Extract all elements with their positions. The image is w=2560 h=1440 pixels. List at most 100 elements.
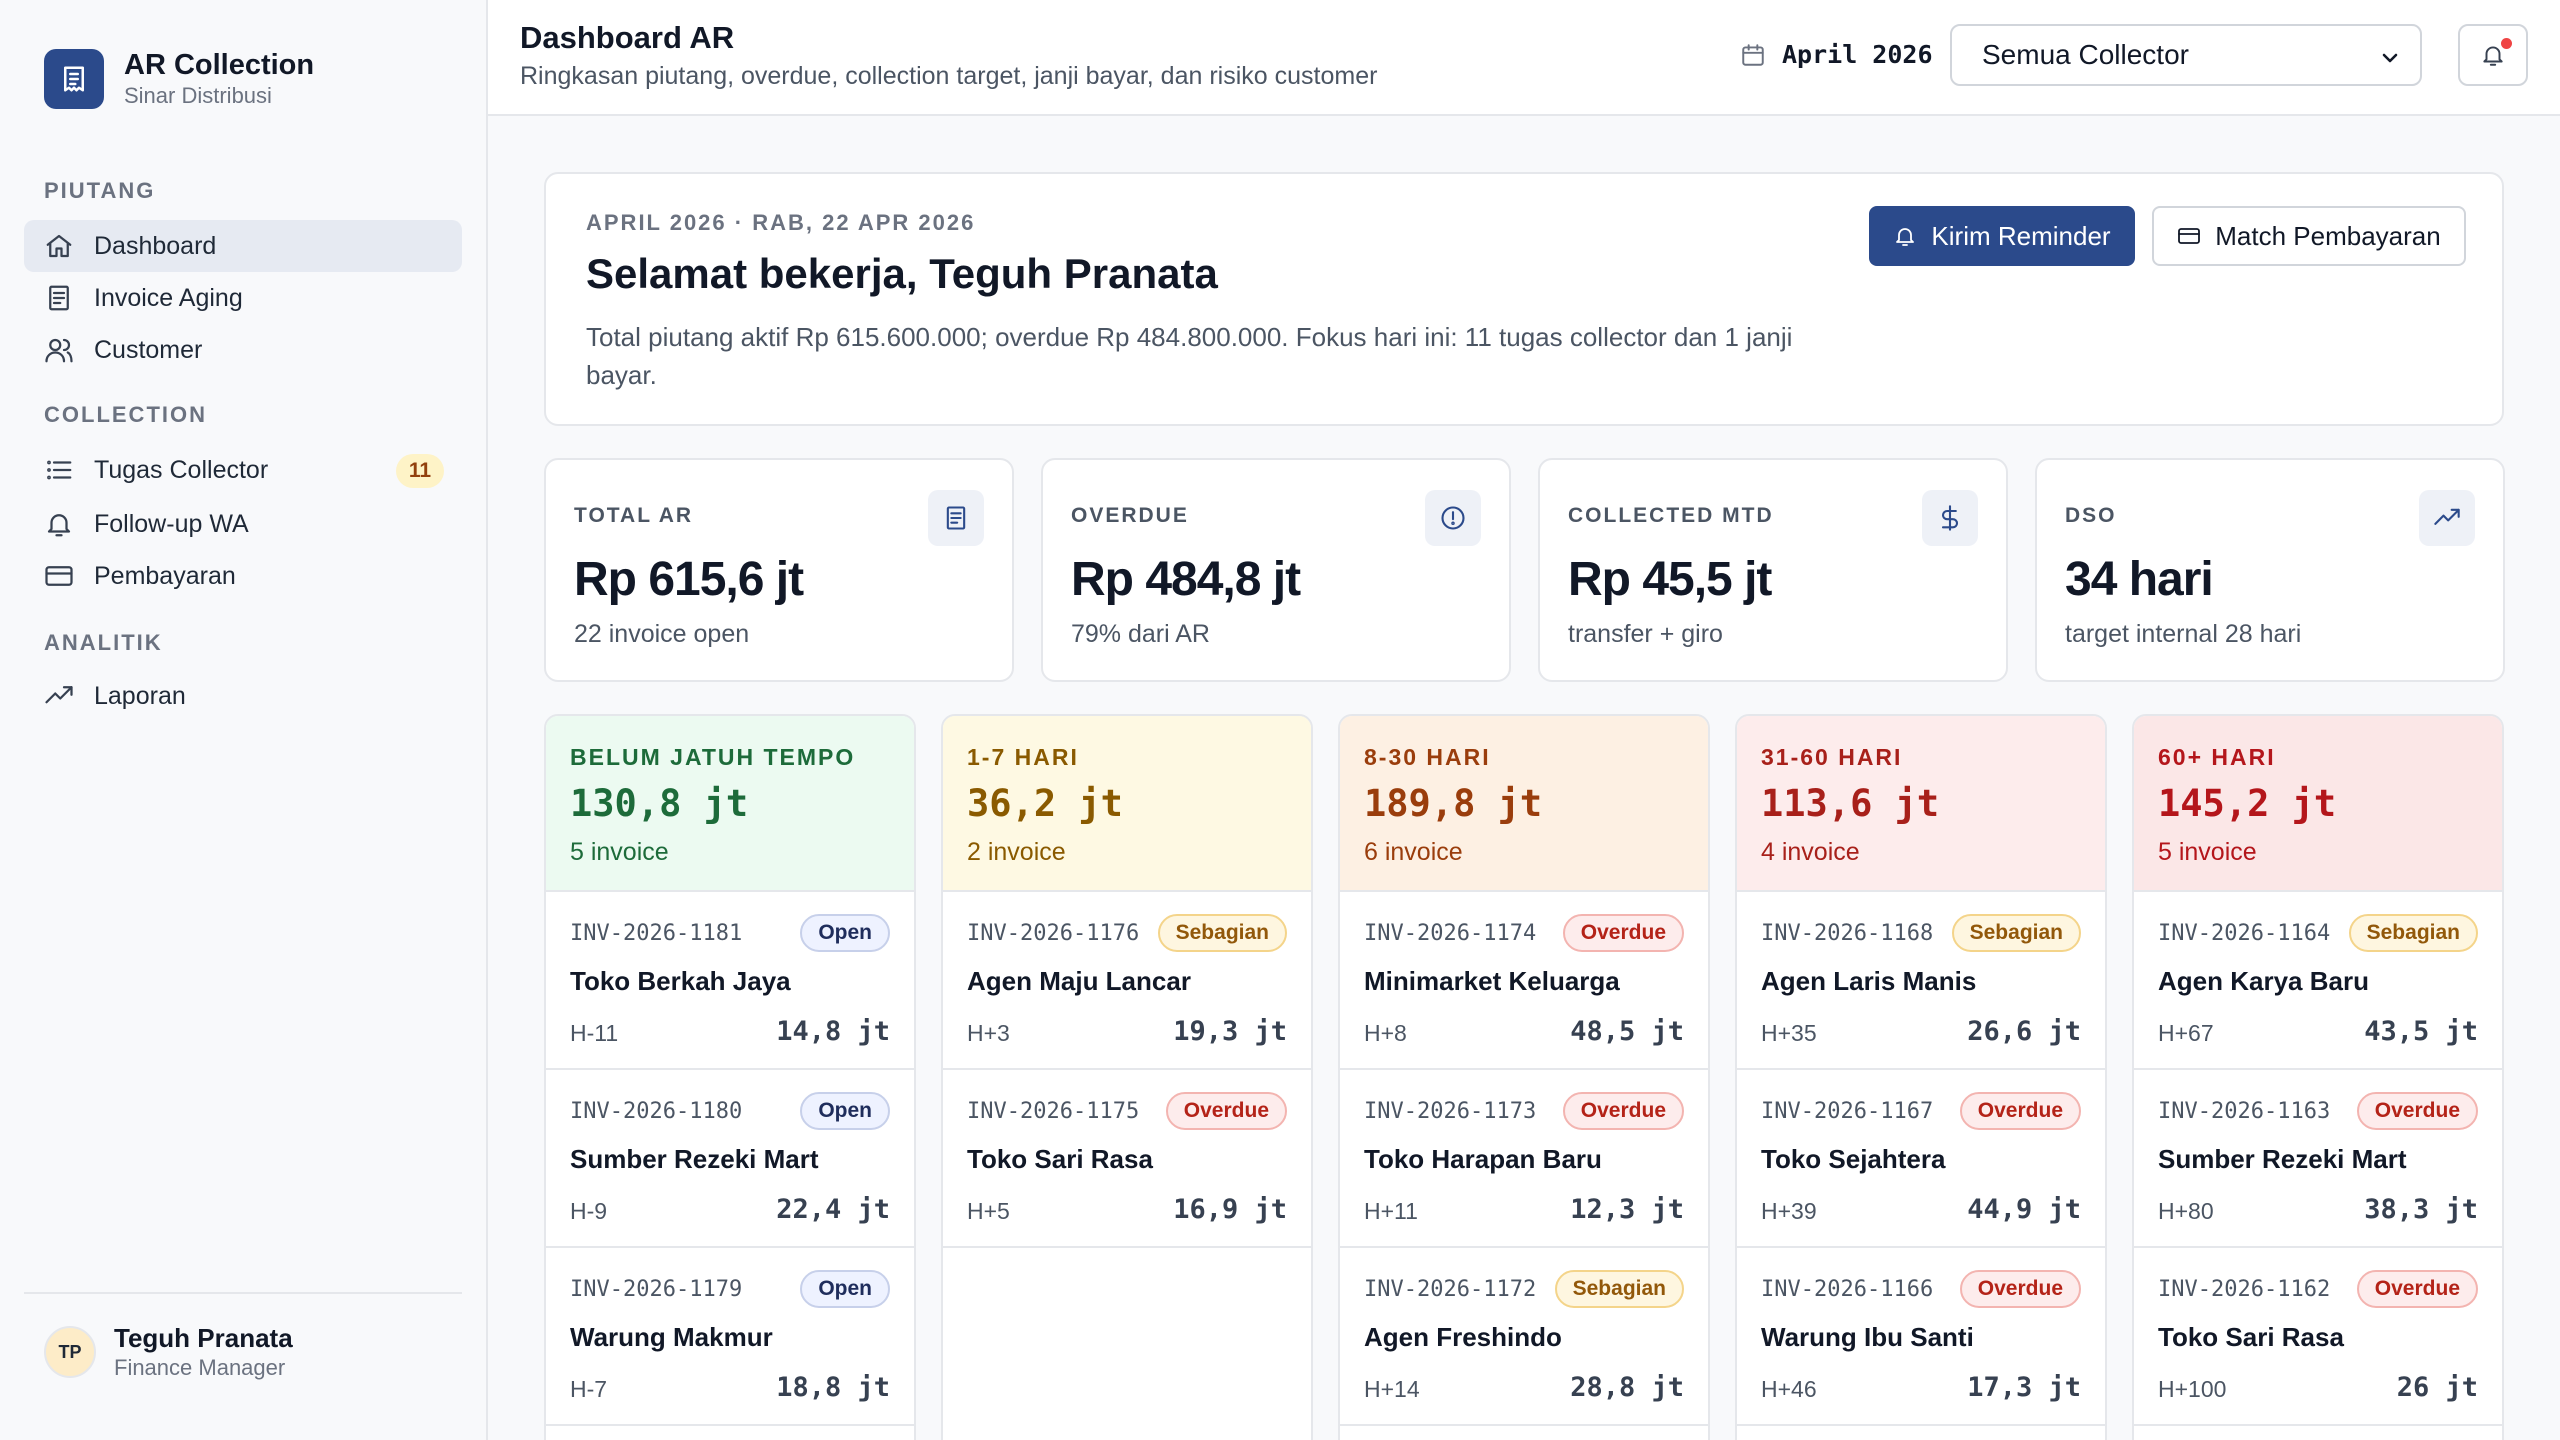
invoice-card[interactable]: INV-2026-1168 Sebagian Agen Laris Manis … (1737, 892, 2105, 1070)
due-offset: H+3 (967, 1020, 1010, 1046)
invoice-number: INV-2026-1173 (1364, 1099, 1537, 1124)
sidebar-item-label: Laporan (94, 681, 186, 710)
sidebar-item-label: Tugas Collector (94, 455, 269, 484)
invoice-card[interactable]: INV-2026-1180 Open Sumber Rezeki Mart H-… (546, 1070, 914, 1248)
aging-column-header[interactable]: 8-30 HARI 189,8 jt 6 invoice (1340, 716, 1708, 892)
aging-column-header[interactable]: 60+ HARI 145,2 jt 5 invoice (2134, 716, 2502, 892)
due-offset: H-11 (570, 1020, 619, 1046)
sidebar-item-invoice-aging[interactable]: Invoice Aging (24, 272, 462, 324)
collector-select[interactable]: Semua Collector (1950, 24, 2422, 86)
customer-name: Warung Ibu Santi (1761, 1322, 1974, 1352)
top-header: Dashboard AR Ringkasan piutang, overdue,… (488, 0, 2560, 116)
invoice-card[interactable]: INV-2026-1164 Sebagian Agen Karya Baru H… (2134, 892, 2502, 1070)
invoice-card[interactable]: INV-2026-1179 Open Warung Makmur H-7 18,… (546, 1248, 914, 1426)
user-role: Finance Manager (114, 1355, 286, 1380)
aging-column-header[interactable]: 31-60 HARI 113,6 jt 4 invoice (1737, 716, 2105, 892)
sidebar-item-tugas-collector[interactable]: Tugas Collector 11 (24, 444, 462, 496)
invoice-number: INV-2026-1162 (2158, 1277, 2331, 1302)
status-badge: Open (800, 914, 890, 952)
sidebar-item-pembayaran[interactable]: Pembayaran (24, 550, 462, 602)
invoice-card[interactable]: INV-2026-1174 Overdue Minimarket Keluarg… (1340, 892, 1708, 1070)
invoice-amount: 18,8 jt (776, 1372, 890, 1403)
kpi-label: OVERDUE (1071, 504, 1189, 527)
receipt-icon (49, 285, 69, 311)
invoice-amount: 38,3 jt (2364, 1194, 2478, 1225)
kpi-value: Rp 484,8 jt (1071, 553, 1301, 606)
notification-button[interactable] (2458, 24, 2528, 86)
notification-dot (2501, 38, 2512, 49)
match-payment-label: Match Pembayaran (2215, 220, 2441, 251)
aging-column-header[interactable]: 1-7 HARI 36,2 jt 2 invoice (943, 716, 1311, 892)
period-picker[interactable]: April 2026 (1740, 40, 1933, 69)
status-badge: Open (800, 1092, 890, 1130)
due-offset: H+46 (1761, 1376, 1817, 1402)
invoice-card[interactable]: INV-2026-1173 Overdue Toko Harapan Baru … (1340, 1070, 1708, 1248)
bell-icon (1896, 228, 1915, 246)
invoice-card[interactable]: INV-2026-1163 Overdue Sumber Rezeki Mart… (2134, 1070, 2502, 1248)
kpi-sub: transfer + giro (1568, 620, 1723, 648)
send-reminder-button[interactable]: Kirim Reminder (1869, 206, 2135, 266)
due-offset: H-7 (570, 1376, 608, 1402)
brand[interactable]: AR Collection Sinar Distribusi (44, 48, 314, 110)
bucket-amount: 145,2 jt (2158, 782, 2337, 825)
status-badge: Overdue (2356, 1270, 2478, 1308)
customer-name: Warung Makmur (570, 1322, 773, 1352)
invoice-card[interactable]: INV-2026-1166 Overdue Warung Ibu Santi H… (1737, 1248, 2105, 1426)
alert-circle-icon (1425, 490, 1481, 546)
sidebar-item-dashboard[interactable]: Dashboard (24, 220, 462, 272)
brand-logo-icon (44, 49, 104, 109)
home-icon (46, 234, 72, 258)
due-offset: H+100 (2158, 1376, 2227, 1402)
users-icon (45, 338, 73, 363)
customer-name: Agen Freshindo (1364, 1322, 1562, 1352)
sidebar-item-label: Follow-up WA (94, 509, 249, 538)
welcome-card: APRIL 2026 · RAB, 22 APR 2026 Selamat be… (544, 172, 2504, 426)
page-subtitle: Ringkasan piutang, overdue, collection t… (520, 62, 1378, 90)
status-badge: Overdue (1562, 914, 1684, 952)
status-badge: Sebagian (1554, 1270, 1684, 1308)
invoice-card[interactable]: INV-2026-1175 Overdue Toko Sari Rasa H+5… (943, 1070, 1311, 1248)
calendar-icon (1742, 43, 1764, 66)
avatar: TP (44, 1326, 96, 1378)
sidebar-item-laporan[interactable]: Laporan (24, 670, 462, 722)
dollar-icon (1922, 490, 1978, 546)
user-profile[interactable]: TP Teguh Pranata Finance Manager (44, 1322, 293, 1382)
card-icon (2178, 228, 2201, 244)
aging-column-8-30-hari: 8-30 HARI 189,8 jt 6 invoice INV-2026-11… (1338, 714, 1710, 1440)
invoice-card[interactable]: INV-2026-1176 Sebagian Agen Maju Lancar … (943, 892, 1311, 1070)
customer-name: Toko Harapan Baru (1364, 1144, 1602, 1174)
invoice-card[interactable]: INV-2026-1167 Overdue Toko Sejahtera H+3… (1737, 1070, 2105, 1248)
bell-icon (47, 514, 71, 537)
welcome-date: APRIL 2026 · RAB, 22 APR 2026 (586, 210, 976, 235)
match-payment-button[interactable]: Match Pembayaran (2152, 206, 2466, 266)
nav-section-analitik: ANALITIK (44, 630, 163, 655)
invoice-card[interactable]: INV-2026-1162 Overdue Toko Sari Rasa H+1… (2134, 1248, 2502, 1426)
invoice-number: INV-2026-1174 (1364, 921, 1537, 946)
trend-up-icon (2419, 490, 2475, 546)
aging-column-header[interactable]: BELUM JATUH TEMPO 130,8 jt 5 invoice (546, 716, 914, 892)
sidebar-item-customer[interactable]: Customer (24, 324, 462, 376)
status-badge: Sebagian (1157, 914, 1287, 952)
kpi-overdue: OVERDUE Rp 484,8 jt 79% dari AR (1041, 458, 1511, 682)
invoice-number: INV-2026-1166 (1761, 1277, 1934, 1302)
invoice-amount: 43,5 jt (2364, 1016, 2478, 1047)
chevron-down-icon (2382, 53, 2398, 63)
customer-name: Toko Sejahtera (1761, 1144, 1946, 1174)
aging-column-60-plus-hari: 60+ HARI 145,2 jt 5 invoice INV-2026-116… (2132, 714, 2504, 1440)
invoice-card[interactable]: INV-2026-1172 Sebagian Agen Freshindo H+… (1340, 1248, 1708, 1426)
invoice-amount: 14,8 jt (776, 1016, 890, 1047)
sidebar-divider (24, 1292, 462, 1294)
due-offset: H+67 (2158, 1020, 2214, 1046)
due-offset: H+8 (1364, 1020, 1407, 1046)
invoice-amount: 22,4 jt (776, 1194, 890, 1225)
customer-name: Toko Berkah Jaya (570, 966, 791, 996)
sidebar: AR Collection Sinar Distribusi PIUTANG D… (0, 0, 488, 1440)
status-badge: Sebagian (1951, 914, 2081, 952)
sidebar-item-follow-up-wa[interactable]: Follow-up WA (24, 498, 462, 550)
status-badge: Sebagian (2348, 914, 2478, 952)
kpi-label: TOTAL AR (574, 504, 694, 527)
aging-column-31-60-hari: 31-60 HARI 113,6 jt 4 invoice INV-2026-1… (1735, 714, 2107, 1440)
invoice-number: INV-2026-1172 (1364, 1277, 1537, 1302)
invoice-card[interactable]: INV-2026-1181 Open Toko Berkah Jaya H-11… (546, 892, 914, 1070)
invoice-amount: 26,6 jt (1967, 1016, 2081, 1047)
